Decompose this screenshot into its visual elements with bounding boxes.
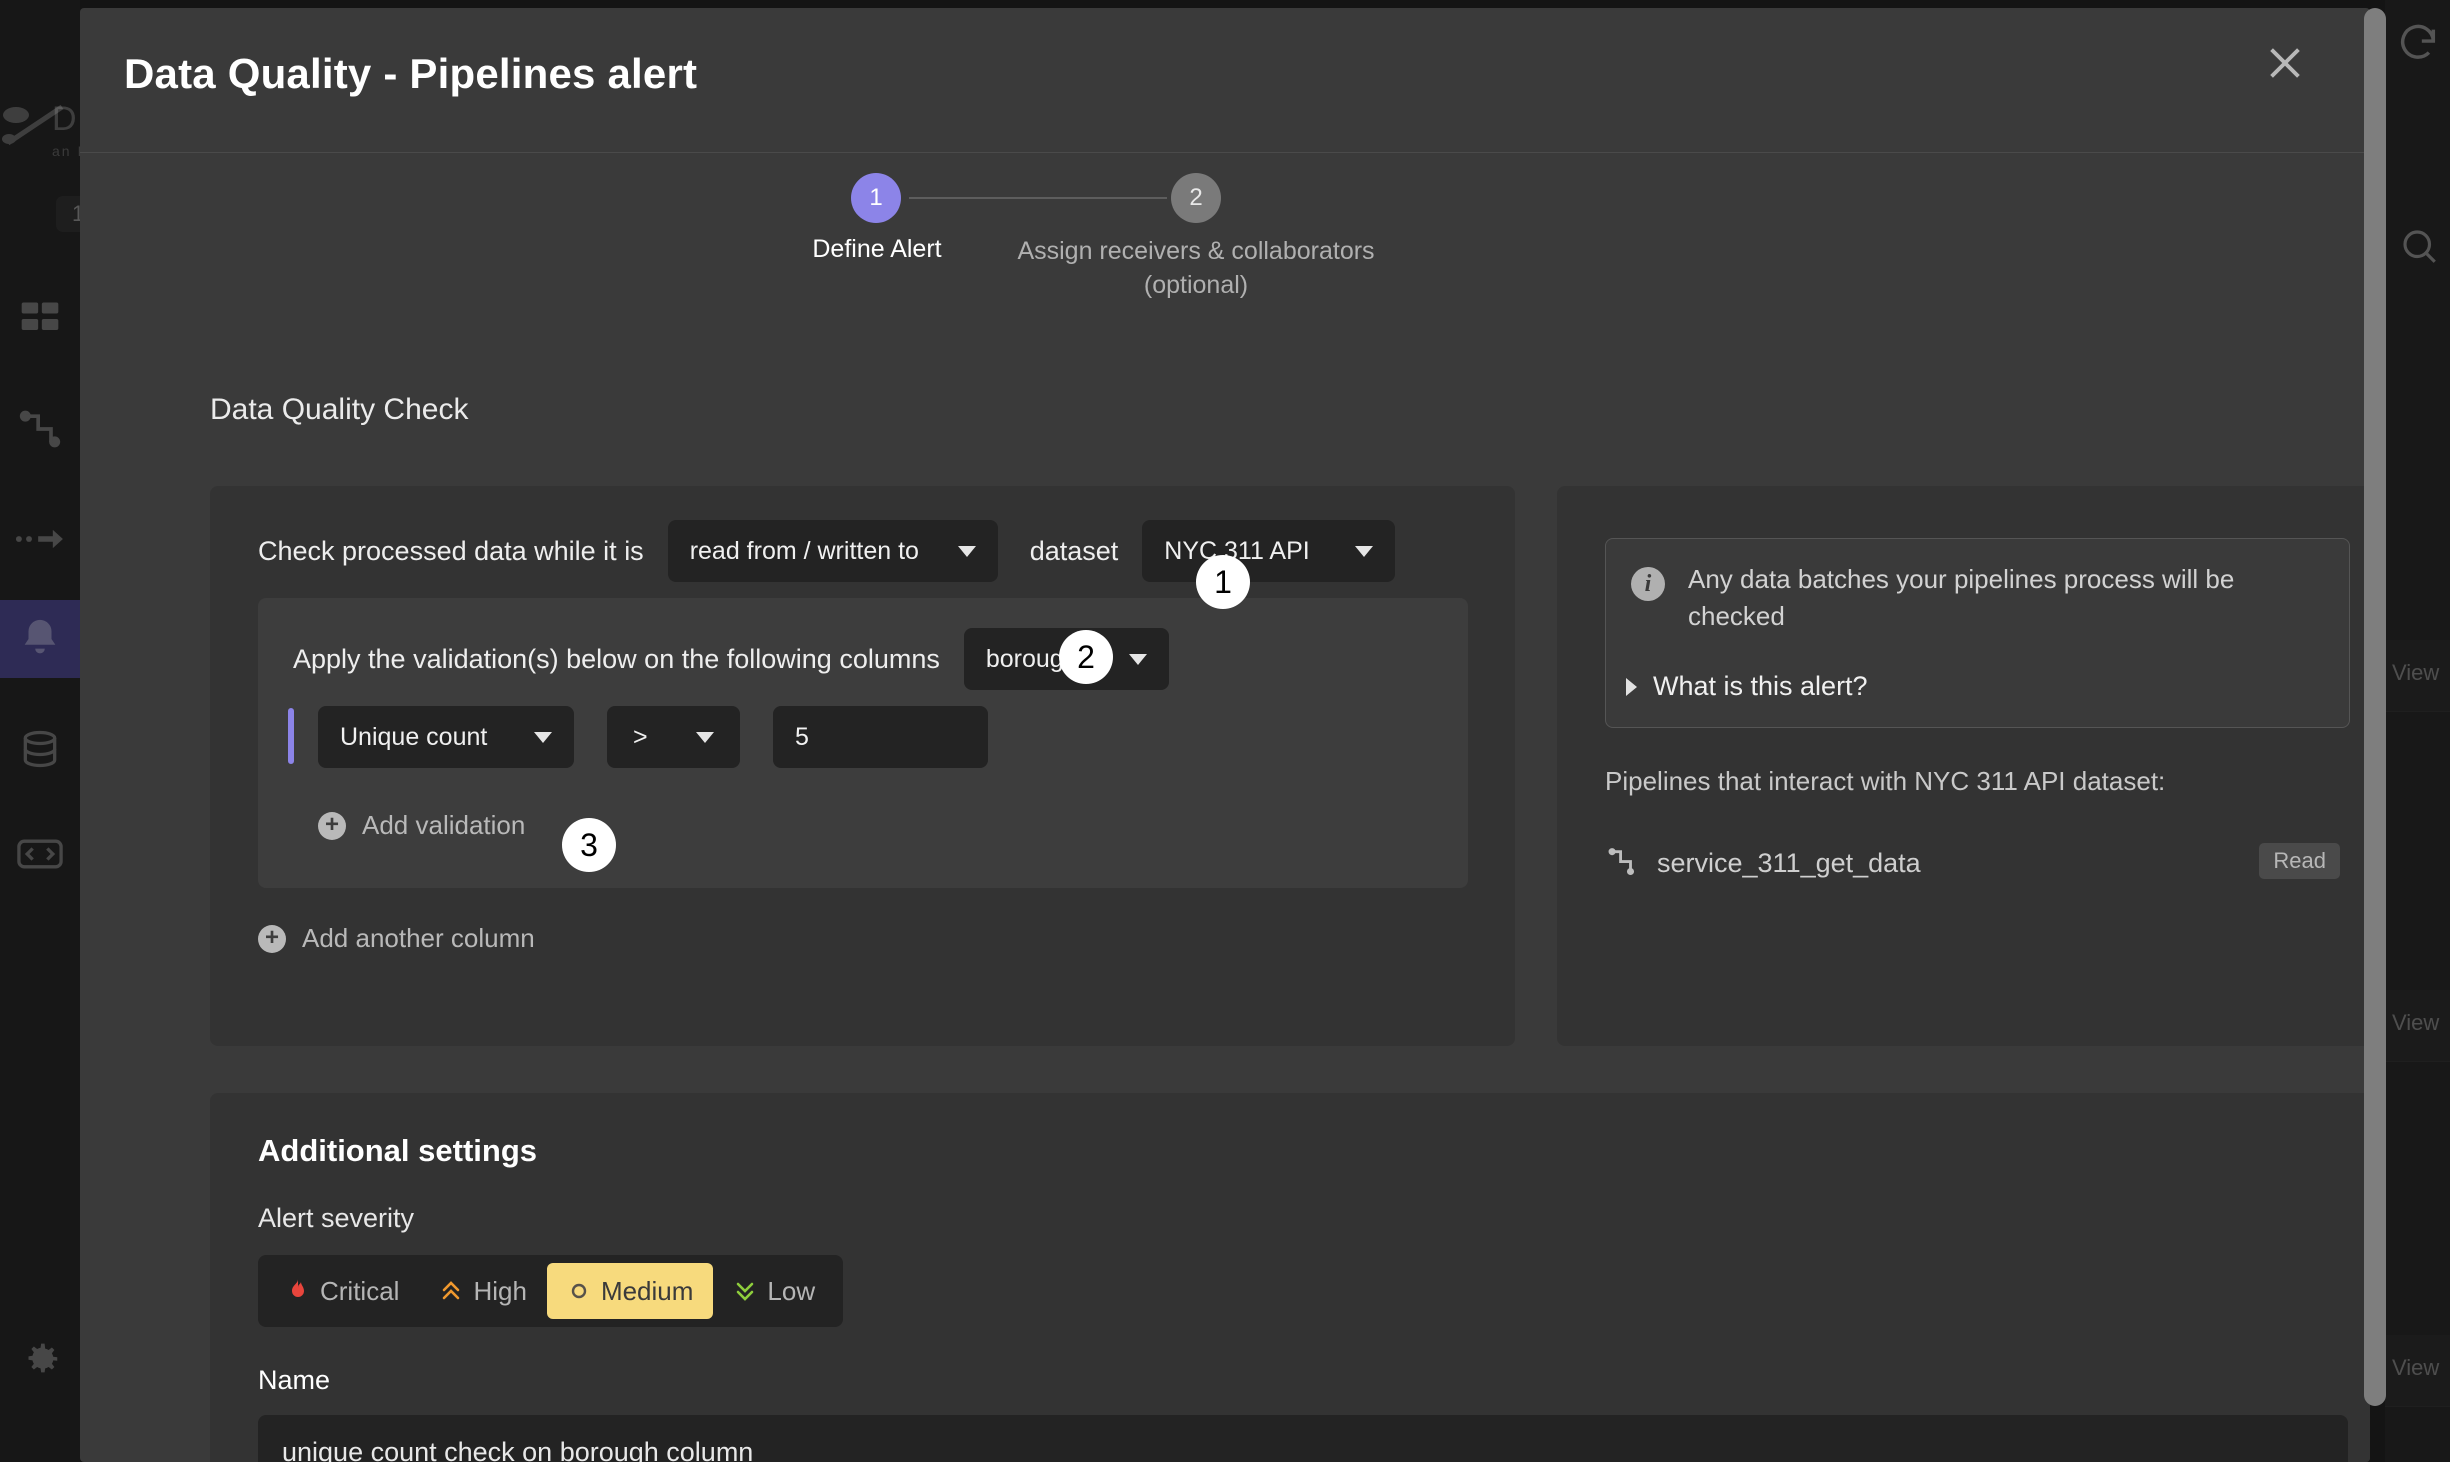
sidebar-item-dashboard[interactable] (0, 280, 80, 358)
chevrons-down-icon (733, 1278, 757, 1304)
name-input[interactable]: unique count check on borough column (258, 1415, 2348, 1462)
severity-label-low: Low (767, 1276, 815, 1307)
add-another-column-label: Add another column (302, 923, 535, 954)
info-panel: i Any data batches your pipelines proces… (1557, 486, 2370, 1046)
add-another-column-button[interactable]: + Add another column (258, 923, 535, 954)
severity-label-medium: Medium (601, 1276, 693, 1307)
sidebar-item-settings[interactable] (0, 1320, 80, 1398)
chevron-right-icon (1626, 678, 1637, 696)
page-title: Data Quality - Pipelines alert (124, 50, 697, 98)
info-box: i Any data batches your pipelines proces… (1605, 538, 2350, 728)
stepper-connector (909, 197, 1167, 199)
alert-severity-group: Critical High Medium (258, 1255, 843, 1327)
chevron-down-icon (1129, 654, 1147, 665)
validation-accent-bar (288, 708, 294, 764)
severity-option-low[interactable]: Low (713, 1263, 835, 1319)
pipelines-list-title: Pipelines that interact with NYC 311 API… (1605, 766, 2165, 797)
additional-settings-title: Additional settings (258, 1133, 537, 1169)
modal-header: Data Quality - Pipelines alert (80, 8, 2370, 153)
bell-icon (17, 616, 63, 662)
brand-name: D (52, 100, 78, 139)
status-badge: Read (2259, 843, 2340, 879)
sidebar-item-pipelines[interactable] (0, 390, 80, 468)
add-validation-button[interactable]: + Add validation (318, 810, 525, 841)
severity-label-high: High (473, 1276, 526, 1307)
list-item[interactable]: service_311_get_data Read (1605, 838, 2350, 888)
sidebar-item-integrations[interactable] (0, 815, 80, 893)
severity-option-medium[interactable]: Medium (547, 1263, 713, 1319)
refresh-icon[interactable] (2395, 20, 2441, 66)
additional-settings-panel: Additional settings Alert severity Criti… (210, 1093, 2370, 1462)
dataset-dropdown[interactable]: NYC 311 API (1142, 520, 1395, 582)
stepper: 1 2 Define Alert Assign receivers & coll… (80, 153, 2370, 318)
chevron-down-icon (696, 732, 714, 743)
mode-dropdown[interactable]: read from / written to (668, 520, 998, 582)
pipeline-name: service_311_get_data (1657, 848, 1921, 879)
add-validation-label: Add validation (362, 810, 525, 841)
close-icon (2262, 40, 2308, 86)
severity-option-critical[interactable]: Critical (266, 1263, 419, 1319)
info-icon: i (1631, 567, 1665, 601)
callout-marker-3: 3 (562, 818, 616, 872)
dashboard-icon (18, 297, 62, 341)
sidebar-item-datasets[interactable] (0, 710, 80, 788)
alert-severity-label: Alert severity (258, 1203, 414, 1234)
search-icon[interactable] (2398, 225, 2440, 267)
scrollbar-thumb[interactable] (2364, 8, 2386, 1406)
dataset-word-label: dataset (1030, 536, 1119, 567)
plus-icon: + (258, 925, 286, 953)
what-is-this-alert-toggle[interactable]: What is this alert? (1626, 671, 1868, 702)
section-heading-data-quality: Data Quality Check (210, 393, 468, 427)
severity-option-high[interactable]: High (419, 1263, 546, 1319)
severity-label-critical: Critical (320, 1276, 399, 1307)
step-2-circle[interactable]: 2 (1171, 173, 1221, 223)
plus-icon: + (318, 812, 346, 840)
arrow-right-icon (16, 517, 64, 561)
pipeline-icon (1605, 846, 1639, 880)
page-scrollbar[interactable] (2364, 8, 2386, 1428)
metric-dropdown[interactable]: Unique count (318, 706, 574, 768)
chevron-down-icon (958, 546, 976, 557)
background-sidebar: D an IE 1 D P R (0, 0, 80, 1462)
background-right-panel (2385, 0, 2450, 1462)
database-icon (18, 727, 62, 771)
step-1-label: Define Alert (757, 235, 997, 264)
operator-dropdown-value: > (633, 723, 648, 752)
flame-icon (286, 1278, 310, 1304)
chevrons-up-icon (439, 1278, 463, 1304)
validation-card: Apply the validation(s) below on the fol… (258, 598, 1468, 888)
info-text: Any data batches your pipelines process … (1688, 561, 2328, 635)
code-icon (16, 832, 64, 876)
gear-icon (17, 1336, 63, 1382)
close-button[interactable] (2256, 34, 2314, 92)
sidebar-item-runs[interactable] (0, 500, 80, 578)
circle-icon (567, 1278, 591, 1304)
step-1-circle[interactable]: 1 (851, 173, 901, 223)
metric-dropdown-value: Unique count (340, 723, 487, 752)
alert-modal: Data Quality - Pipelines alert 1 2 Defin… (80, 8, 2370, 1462)
threshold-input[interactable]: 5 (773, 706, 988, 768)
chevron-down-icon (1355, 546, 1373, 557)
view-link[interactable]: View (2392, 1010, 2439, 1036)
view-link[interactable]: View (2392, 1355, 2439, 1381)
data-quality-check-panel: Check processed data while it is read fr… (210, 486, 1515, 1046)
what-is-this-alert-label: What is this alert? (1653, 671, 1868, 702)
step-2-label: Assign receivers & collaborators (option… (991, 235, 1401, 303)
validation-prefix-label: Apply the validation(s) below on the fol… (293, 644, 940, 675)
pipeline-icon (18, 407, 62, 451)
mode-dropdown-value: read from / written to (690, 537, 919, 566)
operator-dropdown[interactable]: > (607, 706, 740, 768)
callout-marker-1: 1 (1196, 555, 1250, 609)
callout-marker-2: 2 (1059, 630, 1113, 684)
check-prefix-label: Check processed data while it is (258, 536, 644, 567)
chevron-down-icon (534, 732, 552, 743)
view-link[interactable]: View (2392, 660, 2439, 686)
name-label: Name (258, 1365, 330, 1396)
